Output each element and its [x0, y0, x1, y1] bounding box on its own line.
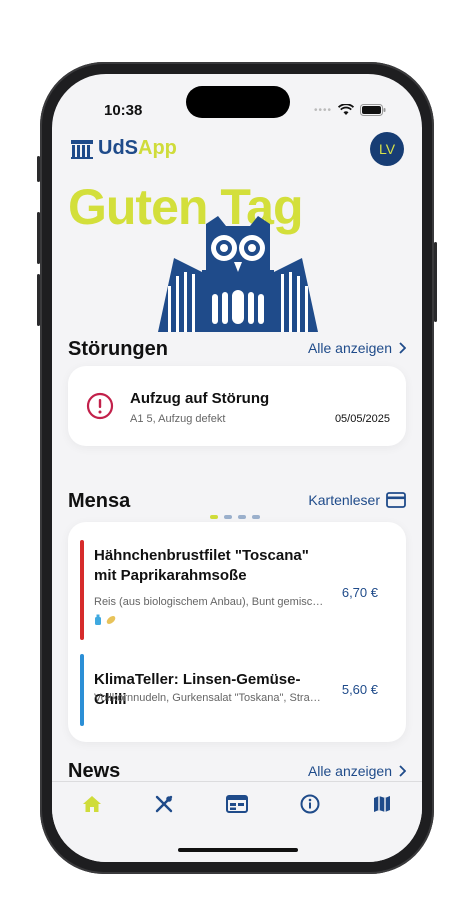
- signal-dots-icon: ••••: [313, 104, 332, 116]
- map-icon: [374, 796, 390, 812]
- stoerung-title: Aufzug auf Störung: [130, 390, 270, 407]
- stoerungen-show-all-link[interactable]: Alle anzeigen: [308, 340, 406, 356]
- logo-app-text: App: [138, 137, 177, 159]
- tab-mensa[interactable]: [149, 792, 179, 816]
- pager-dot-2[interactable]: [224, 515, 232, 519]
- owl-mascot-illustration: [158, 216, 318, 332]
- milk-bottle-icon: [95, 614, 101, 625]
- stoerungen-title: Störungen: [68, 338, 168, 360]
- tab-info[interactable]: [295, 792, 325, 816]
- stoerung-date: 05/05/2025: [334, 413, 390, 425]
- meal-name-2: KlimaTeller: Linsen-Gemüse-Chili: [94, 671, 301, 708]
- alert-circle-icon: [86, 392, 114, 420]
- stoerung-card[interactable]: Aufzug auf Störung A1 5, Aufzug defekt 0…: [68, 366, 406, 446]
- fork-knife-icon: [155, 795, 173, 813]
- kartenleser-label: Kartenleser: [308, 492, 380, 508]
- news-show-all-link[interactable]: Alle anzeigen: [308, 763, 406, 779]
- meal-color-bar-2: [80, 654, 84, 726]
- calendar-table-icon: [226, 795, 248, 813]
- battery-icon: [360, 104, 386, 116]
- volume-up-button: [37, 212, 40, 264]
- stoerung-subtitle: A1 5, Aufzug defekt: [130, 413, 226, 425]
- university-building-icon: [71, 139, 93, 159]
- status-time: 10:38: [104, 102, 143, 119]
- chevron-right-icon: [399, 765, 406, 777]
- carousel-pager[interactable]: [210, 515, 260, 519]
- info-icon: [300, 794, 320, 814]
- stoerungen-link-label: Alle anzeigen: [307, 340, 392, 356]
- mensa-card: Hähnchenbrustfilet "Toscana" mit Paprika…: [68, 522, 406, 742]
- pager-dot-4[interactable]: [252, 515, 260, 519]
- kartenleser-link[interactable]: Kartenleser: [308, 492, 406, 508]
- home-indicator[interactable]: [178, 848, 298, 852]
- app-logo: UdS App: [70, 137, 177, 160]
- meal-tags-1: [94, 614, 117, 626]
- news-link-label: Alle anzeigen: [307, 763, 392, 779]
- tab-home[interactable]: [77, 792, 107, 816]
- volume-down-button: [37, 274, 40, 326]
- meal-description-1: Reis (aus biologischem Anbau), Bunt gemi…: [94, 596, 324, 608]
- pager-dot-3[interactable]: [238, 515, 246, 519]
- profile-avatar[interactable]: LV: [370, 132, 404, 166]
- meal-name-1: Hähnchenbrustfilet "Toscana" mit Paprika…: [94, 547, 309, 584]
- wifi-icon: [338, 104, 354, 115]
- tab-map[interactable]: [367, 792, 397, 816]
- meal-item-1[interactable]: Hähnchenbrustfilet "Toscana" mit Paprika…: [80, 540, 394, 640]
- mensa-title: Mensa: [68, 490, 131, 512]
- pager-dot-1[interactable]: [210, 515, 218, 519]
- news-title: News: [68, 760, 121, 782]
- tab-schedule[interactable]: [222, 792, 252, 816]
- power-button: [434, 242, 437, 322]
- credit-card-icon: [386, 492, 406, 508]
- mute-switch: [37, 156, 40, 182]
- tab-bar: [52, 781, 422, 862]
- status-icons: ••••: [314, 104, 386, 116]
- meal-item-2[interactable]: KlimaTeller: Linsen-Gemüse-Chili Vollkor…: [80, 654, 394, 726]
- phone-frame: 10:38 •••• UdS App LV Guten Tag Störunge…: [37, 62, 437, 874]
- meal-description-2: Vollkornnudeln, Gurkensalat "Toskana", S…: [94, 692, 324, 704]
- logo-uds-text: UdS: [98, 137, 138, 159]
- chevron-right-icon: [399, 342, 406, 354]
- meal-price-2: 5,60 €: [341, 682, 378, 697]
- home-icon: [83, 796, 101, 812]
- grain-icon: [106, 616, 116, 624]
- meal-color-bar-1: [80, 540, 84, 640]
- dynamic-island: [186, 86, 290, 118]
- app-screen: 10:38 •••• UdS App LV Guten Tag Störunge…: [52, 74, 422, 862]
- meal-price-1: 6,70 €: [341, 585, 378, 600]
